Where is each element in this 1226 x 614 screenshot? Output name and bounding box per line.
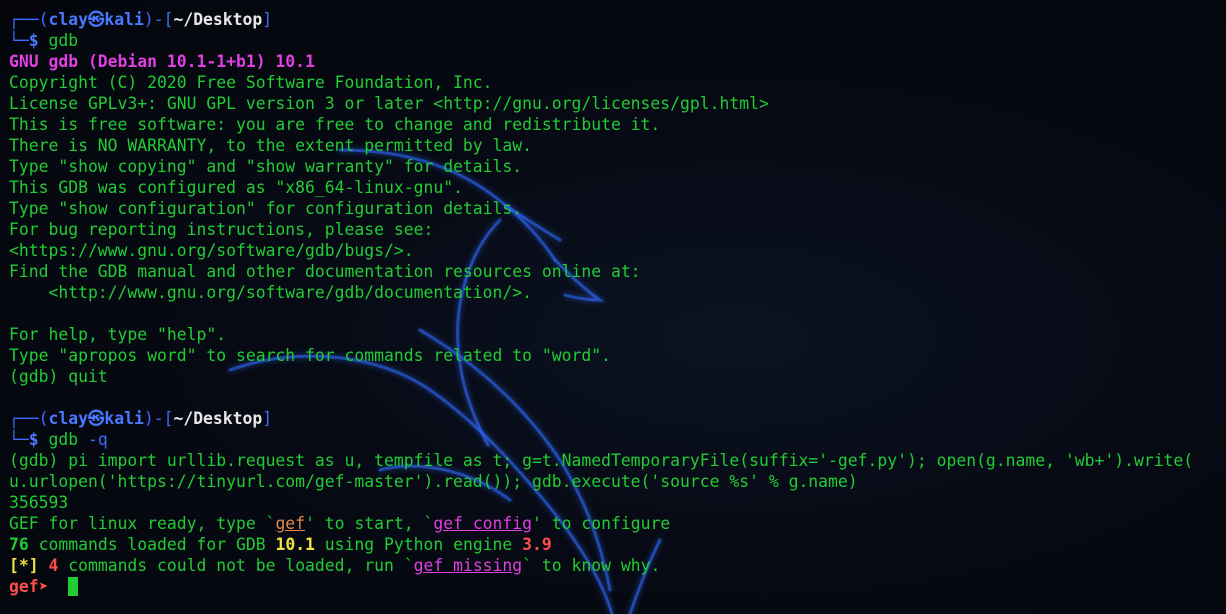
- missing-text: ` to know why.: [522, 556, 661, 575]
- commands-loaded-line: 76 commands loaded for GDB 10.1 using Py…: [9, 534, 1226, 555]
- help-line: Type "apropos word" to search for comman…: [9, 346, 611, 365]
- gef-command-link: gef: [275, 514, 306, 533]
- prompt-corner: ┌──(: [9, 10, 49, 29]
- gdb-title: GNU gdb (Debian 10.1-1+b1) 10.1: [9, 52, 315, 71]
- banner-line: For bug reporting instructions, please s…: [9, 220, 434, 239]
- commands-loaded-text: commands loaded for GDB: [28, 535, 276, 554]
- prompt-path: ~/Desktop: [173, 10, 263, 29]
- banner-line: This is free software: you are free to c…: [9, 115, 661, 134]
- missing-commands-line: [*] 4 commands could not be loaded, run …: [9, 555, 1226, 576]
- pi-command-line-1: (gdb) pi import urllib.request as u, tem…: [9, 451, 1194, 470]
- gef-ready-text: ' to start, `: [305, 514, 434, 533]
- command-flag: -q: [78, 430, 108, 449]
- prompt-at-symbol: ㉿: [87, 10, 105, 29]
- banner-line: Type "show configuration" for configurat…: [9, 199, 523, 218]
- gef-ready-text: ' to configure: [532, 514, 671, 533]
- prompt-at-symbol: ㉿: [87, 409, 105, 428]
- prompt-command-2: └─$ gdb -q: [9, 429, 1226, 450]
- prompt-separator: )-[: [143, 10, 174, 29]
- commands-count: 76: [9, 535, 29, 554]
- prompt-host: kali: [104, 10, 144, 29]
- commands-loaded-text: using Python engine: [314, 535, 523, 554]
- prompt-dollar: $: [28, 31, 49, 50]
- banner-line: Type "show copying" and "show warranty" …: [9, 157, 523, 176]
- help-line: For help, type "help".: [9, 325, 227, 344]
- gef-missing-link: gef missing: [413, 556, 523, 575]
- banner-line: Find the GDB manual and other documentat…: [9, 262, 641, 281]
- bytes-written-output: 356593: [9, 493, 69, 512]
- banner-line: This GDB was configured as "x86_64-linux…: [9, 178, 463, 197]
- prompt-bracket-end: ]: [262, 10, 273, 29]
- prompt-separator: )-[: [143, 409, 174, 428]
- prompt-host: kali: [104, 409, 144, 428]
- command-text: gdb: [48, 430, 79, 449]
- warning-tag: [*]: [9, 556, 39, 575]
- prompt-arrow: └─: [9, 430, 29, 449]
- banner-line: Copyright (C) 2020 Free Software Foundat…: [9, 73, 493, 92]
- gdb-quit-line: (gdb) quit: [9, 367, 108, 386]
- prompt-path: ~/Desktop: [173, 409, 263, 428]
- missing-text: commands could not be loaded, run `: [58, 556, 414, 575]
- text-cursor[interactable]: [68, 577, 79, 596]
- banner-line: There is NO WARRANTY, to the extent perm…: [9, 136, 533, 155]
- prompt-arrow: └─: [9, 31, 29, 50]
- prompt-user: clay: [48, 10, 88, 29]
- prompt-command-1: └─$ gdb: [9, 30, 1226, 51]
- prompt-bracket-end: ]: [262, 409, 273, 428]
- python-version: 3.9: [522, 535, 552, 554]
- gdb-version: 10.1: [275, 535, 315, 554]
- prompt-header-1: ┌──(clay㉿kali)-[~/Desktop]: [9, 9, 1226, 30]
- gef-prompt: gef➤: [9, 577, 59, 596]
- gef-config-link: gef config: [433, 514, 533, 533]
- prompt-dollar: $: [28, 430, 49, 449]
- prompt-user: clay: [48, 409, 88, 428]
- missing-count: 4: [48, 556, 59, 575]
- banner-line: <https://www.gnu.org/software/gdb/bugs/>…: [9, 241, 414, 260]
- gef-ready-line: GEF for linux ready, type `gef' to start…: [9, 513, 1226, 534]
- gef-prompt-line[interactable]: gef➤: [9, 576, 1226, 597]
- pi-command-line-2: u.urlopen('https://tinyurl.com/gef-maste…: [9, 472, 858, 491]
- banner-line: <http://www.gnu.org/software/gdb/documen…: [9, 283, 533, 302]
- gef-ready-text: GEF for linux ready, type `: [9, 514, 276, 533]
- prompt-header-2: ┌──(clay㉿kali)-[~/Desktop]: [9, 408, 1226, 429]
- terminal-window[interactable]: ┌──(clay㉿kali)-[~/Desktop] └─$ gdb GNU g…: [0, 0, 1226, 614]
- prompt-corner: ┌──(: [9, 409, 49, 428]
- banner-line: License GPLv3+: GNU GPL version 3 or lat…: [9, 94, 769, 113]
- command-text: gdb: [48, 31, 79, 50]
